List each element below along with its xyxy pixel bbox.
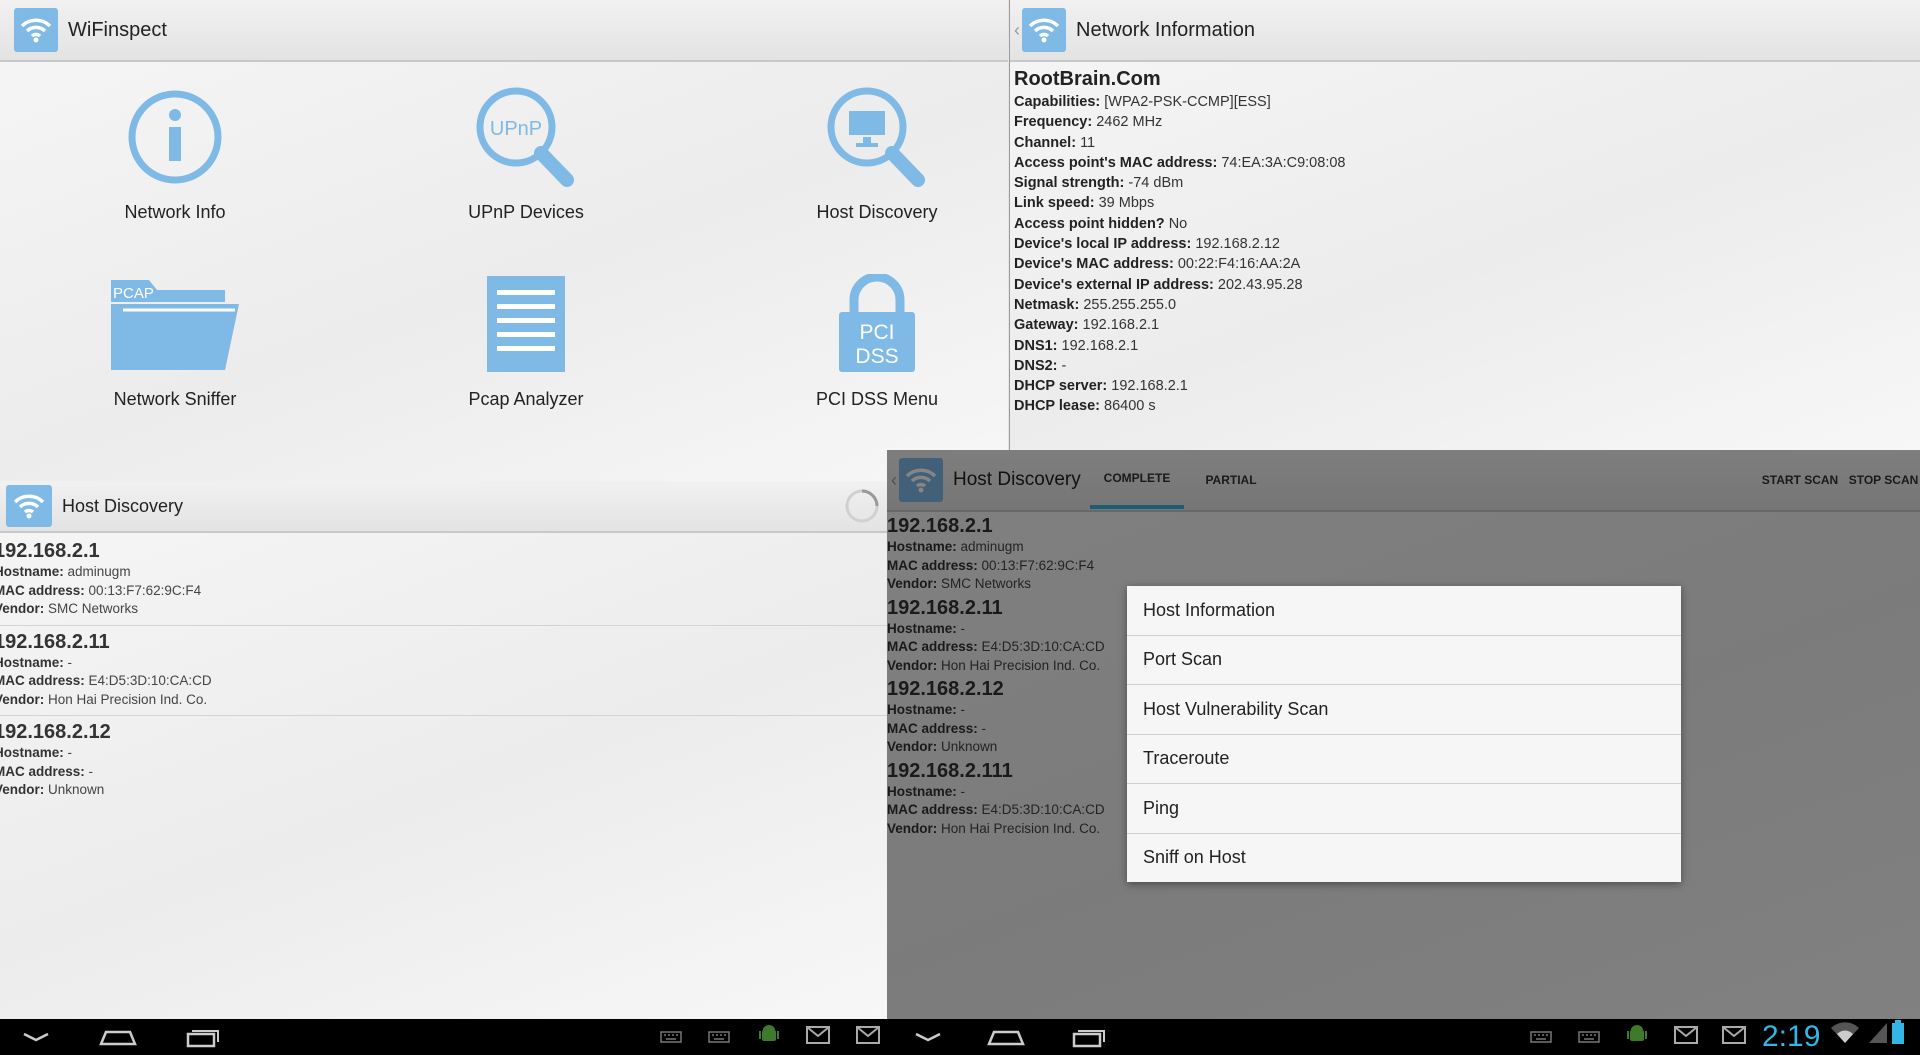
network-info-screen: ‹ Network Information RootBrain.Com Capa… — [1009, 0, 1920, 450]
network-details: RootBrain.Com Capabilities: [WPA2-PSK-CC… — [1014, 66, 1345, 417]
gmail-icon — [856, 1026, 880, 1049]
monitor-magnifier-icon — [727, 82, 1008, 192]
dss-icon-text: DSS — [855, 345, 898, 368]
keyboard-icon — [1530, 1030, 1552, 1049]
pcap-analyzer-label: Pcap Analyzer — [468, 389, 584, 409]
home-button-icon[interactable] — [986, 1026, 1026, 1053]
host-vulnerability-scan-menu-item[interactable]: Host Vulnerability Scan — [1127, 685, 1681, 735]
feature-grid: Network Info UPnP UPnP Devices Host Disc… — [0, 62, 1008, 482]
home-button-icon[interactable] — [98, 1026, 138, 1053]
upnp-icon-text: UPnP — [490, 118, 542, 140]
pcap-analyzer-item[interactable]: Pcap Analyzer — [376, 269, 676, 410]
main-screen: WiFinspect Network Info UPnP UPnP Device… — [0, 0, 1008, 482]
hide-keyboard-icon[interactable] — [912, 1026, 944, 1053]
gateway-row: Gateway: 192.168.2.1 — [1014, 317, 1160, 334]
android-debug-icon — [1626, 1024, 1648, 1049]
ap-hidden-row: Access point hidden? No — [1014, 215, 1188, 232]
info-circle-icon — [25, 82, 325, 192]
host-item[interactable]: 192.168.2.11 Hostname: - MAC address: E4… — [0, 626, 887, 716]
gmail-icon — [1722, 1026, 1746, 1049]
dhcp-lease-row: DHCP lease: 86400 s — [1014, 398, 1156, 415]
host-item[interactable]: 192.168.2.1 Hostname: adminugm MAC addre… — [0, 535, 887, 626]
pcap-icon-text: PCAP — [113, 285, 154, 302]
host-information-menu-item[interactable]: Host Information — [1127, 586, 1681, 636]
dns2-row: DNS2: - — [1014, 357, 1067, 374]
host-discovery-label: Host Discovery — [816, 202, 938, 222]
gmail-icon — [1674, 1026, 1698, 1049]
pci-dss-item[interactable]: PCI DSS PCI DSS Menu — [727, 269, 1008, 410]
network-info-item[interactable]: Network Info — [25, 82, 325, 223]
host-discovery-scanning-screen: Host Discovery 192.168.2.1 Hostname: adm… — [0, 481, 887, 1019]
ap-mac-row: Access point's MAC address: 74:EA:3A:C9:… — [1014, 154, 1346, 171]
document-lines-icon — [376, 269, 676, 379]
screen-title: Host Discovery — [62, 495, 184, 516]
host-ip: 192.168.2.12 — [0, 721, 111, 743]
gmail-icon — [806, 1026, 830, 1049]
wifi-signal-icon — [1830, 1022, 1860, 1049]
network-sniffer-item[interactable]: PCAP Network Sniffer — [25, 269, 325, 410]
host-discovery-item[interactable]: Host Discovery — [727, 82, 1008, 223]
system-navigation-bar: 2:19 — [0, 1019, 1920, 1055]
upnp-magnifier-icon: UPnP — [376, 82, 676, 192]
android-debug-icon — [758, 1024, 780, 1049]
host-list: 192.168.2.1 Hostname: adminugm MAC addre… — [0, 535, 887, 806]
recent-apps-icon[interactable] — [184, 1026, 220, 1053]
local-ip-row: Device's local IP address: 192.168.2.12 — [1014, 236, 1280, 253]
pcap-folder-icon: PCAP — [25, 269, 325, 379]
loading-spinner-icon — [844, 488, 880, 524]
host-ip: 192.168.2.1 — [0, 540, 100, 562]
wifi-app-icon[interactable] — [6, 485, 52, 527]
keyboard-icon — [1578, 1030, 1600, 1049]
recent-apps-icon[interactable] — [1070, 1026, 1106, 1053]
clock: 2:19 — [1762, 1020, 1821, 1053]
ssid-name: RootBrain.Com — [1014, 68, 1161, 90]
signal-strength-row: Signal strength: -74 dBm — [1014, 175, 1184, 192]
dhcp-server-row: DHCP server: 192.168.2.1 — [1014, 378, 1188, 395]
battery-icon — [1892, 1020, 1904, 1049]
pci-dss-lock-icon: PCI DSS — [727, 269, 1008, 379]
host-item[interactable]: 192.168.2.12 Hostname: - MAC address: - … — [0, 716, 887, 806]
pci-dss-label: PCI DSS Menu — [815, 389, 939, 409]
hide-keyboard-icon[interactable] — [20, 1026, 52, 1053]
capabilities-row: Capabilities: [WPA2-PSK-CCMP][ESS] — [1014, 94, 1271, 110]
channel-row: Channel: 11 — [1014, 134, 1096, 151]
ping-menu-item[interactable]: Ping — [1127, 784, 1681, 834]
network-sniffer-label: Network Sniffer — [113, 389, 237, 409]
cell-signal-icon — [1868, 1022, 1888, 1049]
keyboard-icon — [708, 1030, 730, 1049]
keyboard-icon — [660, 1030, 682, 1049]
network-info-action-bar: ‹ Network Information — [1010, 0, 1920, 62]
host-ip: 192.168.2.11 — [0, 630, 110, 653]
wifi-app-icon[interactable] — [1022, 8, 1066, 52]
device-mac-row: Device's MAC address: 00:22:F4:16:AA:2A — [1014, 256, 1301, 273]
port-scan-menu-item[interactable]: Port Scan — [1127, 636, 1681, 685]
external-ip-row: Device's external IP address: 202.43.95.… — [1014, 276, 1303, 293]
host-context-menu: Host Information Port Scan Host Vulnerab… — [1127, 586, 1681, 882]
pci-icon-text: PCI — [859, 321, 894, 344]
app-title: WiFinspect — [68, 18, 167, 41]
dns1-row: DNS1: 192.168.2.1 — [1014, 337, 1139, 354]
traceroute-menu-item[interactable]: Traceroute — [1127, 735, 1681, 784]
upnp-devices-label: UPnP Devices — [468, 202, 584, 222]
host-discovery-action-bar: Host Discovery — [0, 481, 887, 533]
netmask-row: Netmask: 255.255.255.0 — [1014, 296, 1177, 313]
upnp-devices-item[interactable]: UPnP UPnP Devices — [376, 82, 676, 223]
link-speed-row: Link speed: 39 Mbps — [1014, 195, 1155, 212]
wifi-app-icon[interactable] — [14, 8, 58, 52]
frequency-row: Frequency: 2462 MHz — [1014, 114, 1163, 131]
network-info-label: Network Info — [124, 202, 226, 222]
main-action-bar: WiFinspect — [0, 0, 1008, 62]
sniff-on-host-menu-item[interactable]: Sniff on Host — [1127, 834, 1681, 883]
back-chevron-icon[interactable]: ‹ — [1014, 20, 1020, 41]
screen-title: Network Information — [1076, 18, 1255, 41]
